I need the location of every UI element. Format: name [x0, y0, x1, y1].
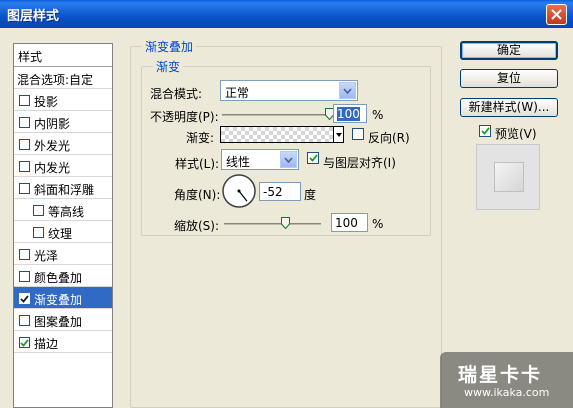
style-list-item[interactable]: 等高线	[14, 199, 112, 221]
style-list-item[interactable]: 外发光	[14, 133, 112, 155]
close-button[interactable]	[546, 4, 567, 25]
style-list-item[interactable]: 光泽	[14, 243, 112, 265]
style-label: 样式(L):	[175, 157, 220, 171]
ok-button[interactable]: 确定	[460, 41, 558, 60]
style-item-checkbox[interactable]	[19, 293, 30, 304]
style-item-checkbox[interactable]	[19, 117, 30, 128]
gradient-subgroup-title: 渐变	[153, 58, 184, 75]
align-checkbox[interactable]	[307, 152, 319, 164]
style-item-label: 描边	[34, 337, 59, 351]
scale-input[interactable]: 100	[331, 213, 368, 232]
blend-mode-select[interactable]: 正常	[220, 80, 358, 101]
style-list-item[interactable]: 投影	[14, 89, 112, 111]
style-preview	[476, 144, 540, 210]
opacity-slider-track[interactable]	[222, 114, 330, 116]
style-item-label: 纹理	[48, 227, 73, 241]
style-value: 线性	[226, 155, 251, 169]
style-list-item[interactable]: 内阴影	[14, 111, 112, 133]
style-list-item[interactable]: 图案叠加	[14, 309, 112, 331]
close-icon	[551, 9, 562, 20]
angle-dial[interactable]	[221, 173, 257, 209]
style-item-label: 等高线	[48, 205, 85, 219]
blend-mode-label: 混合模式:	[150, 87, 203, 101]
blend-mode-value: 正常	[225, 86, 250, 100]
checkmark-icon	[20, 338, 29, 347]
style-item-label: 光泽	[34, 249, 59, 263]
reverse-checkbox[interactable]	[352, 128, 364, 140]
scale-value: 100	[335, 216, 358, 230]
scale-label: 缩放(S):	[174, 219, 220, 233]
checkmark-icon	[20, 294, 29, 303]
style-list-item[interactable]: 描边	[14, 331, 112, 353]
style-item-checkbox[interactable]	[19, 315, 30, 326]
window-title: 图层样式	[7, 9, 60, 24]
watermark: 瑞星卡卡 www.ikaka.com	[440, 352, 573, 408]
style-list-item[interactable]: 内发光	[14, 155, 112, 177]
opacity-unit: %	[372, 108, 384, 122]
scale-unit: %	[372, 217, 384, 231]
opacity-input[interactable]: 100	[333, 104, 367, 123]
style-item-label: 渐变叠加	[34, 293, 83, 307]
watermark-brand: 瑞星卡卡	[458, 364, 543, 386]
style-item-label: 内阴影	[34, 117, 71, 131]
preview-label: 预览(V)	[495, 127, 537, 141]
scale-slider-track[interactable]	[224, 223, 321, 225]
style-preview-swatch	[494, 162, 524, 192]
angle-label: 角度(N):	[174, 188, 221, 202]
title-bar: 图层样式	[0, 0, 573, 28]
gradient-dropdown[interactable]	[333, 127, 343, 142]
style-item-checkbox[interactable]	[19, 95, 30, 106]
style-item-checkbox[interactable]	[19, 249, 30, 260]
angle-input[interactable]: -52	[259, 182, 301, 201]
reset-button[interactable]: 复位	[460, 69, 558, 88]
style-item-label: 外发光	[34, 139, 71, 153]
style-item-checkbox[interactable]	[19, 161, 30, 172]
blend-mode-dropdown[interactable]	[339, 82, 356, 99]
checkmark-icon	[308, 154, 318, 162]
style-list-item[interactable]: 纹理	[14, 221, 112, 243]
style-item-checkbox[interactable]	[33, 227, 44, 238]
style-item-checkbox[interactable]	[33, 205, 44, 216]
style-select[interactable]: 线性	[221, 149, 299, 170]
align-label: 与图层对齐(I)	[323, 156, 396, 170]
angle-value: -52	[263, 185, 283, 199]
style-item-checkbox[interactable]	[19, 139, 30, 150]
style-list-header[interactable]: 样式	[14, 44, 112, 67]
checkmark-icon	[480, 127, 490, 135]
style-item-label: 颜色叠加	[34, 271, 83, 285]
style-item-label: 斜面和浮雕	[34, 183, 95, 197]
chevron-down-icon	[343, 87, 352, 94]
style-list-item[interactable]: 颜色叠加	[14, 265, 112, 287]
triangle-down-icon	[335, 132, 342, 137]
preview-checkbox[interactable]	[479, 125, 491, 137]
blend-options-item[interactable]: 混合选项:自定	[14, 67, 112, 89]
new-style-button[interactable]: 新建样式(W)...	[460, 98, 558, 117]
style-item-label: 图案叠加	[34, 315, 83, 329]
style-item-checkbox[interactable]	[19, 337, 30, 348]
blend-options-label: 混合选项:自定	[17, 73, 94, 87]
gradient-label: 渐变:	[186, 131, 215, 145]
style-dropdown[interactable]	[280, 151, 297, 168]
chevron-down-icon	[284, 156, 293, 163]
opacity-label: 不透明度(P):	[150, 110, 219, 124]
style-list-item[interactable]: 渐变叠加	[14, 287, 112, 309]
gradient-overlay-title: 渐变叠加	[142, 38, 197, 55]
style-item-checkbox[interactable]	[19, 271, 30, 282]
style-item-label: 投影	[34, 95, 59, 109]
opacity-value: 100	[337, 107, 360, 121]
style-item-label: 内发光	[34, 161, 71, 175]
gradient-swatch[interactable]	[220, 126, 344, 143]
style-item-checkbox[interactable]	[19, 183, 30, 194]
watermark-url: www.ikaka.com	[464, 386, 550, 399]
scale-slider-thumb[interactable]	[280, 217, 290, 229]
style-list: 样式 混合选项:自定 投影内阴影外发光内发光斜面和浮雕等高线纹理光泽颜色叠加渐变…	[13, 43, 113, 408]
style-list-item[interactable]: 斜面和浮雕	[14, 177, 112, 199]
angle-unit: 度	[304, 188, 317, 202]
reverse-label: 反向(R)	[368, 131, 410, 145]
